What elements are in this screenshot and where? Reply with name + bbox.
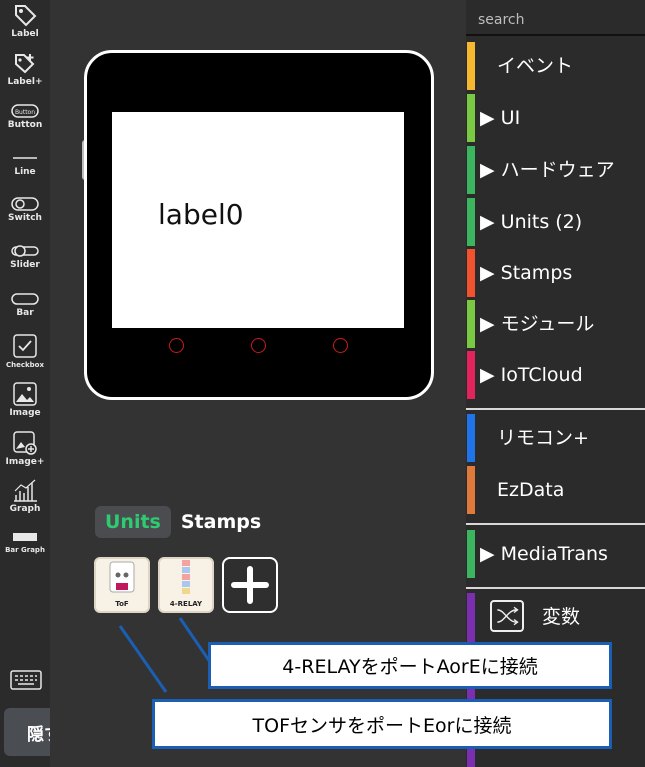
category-label: ▶ モジュール [480, 313, 595, 335]
component-toolbar: Label Label+ Button Button Line Switch S… [0, 0, 84, 767]
tool-image-plus[interactable]: Image+ [0, 430, 50, 468]
category-color-bar [467, 414, 475, 462]
tool-graph-text: Graph [9, 504, 41, 514]
category-color-bar [467, 530, 475, 578]
palette-divider [466, 408, 645, 410]
category-module[interactable]: ▶ モジュール [466, 300, 645, 348]
unit-4-relay[interactable]: 4-RELAY [158, 557, 214, 613]
device-screen[interactable]: label0 [112, 112, 404, 328]
category-color-bar [467, 198, 475, 246]
category-label: EzData [497, 479, 565, 501]
category-label: リモコン+ [497, 427, 589, 449]
category-label: ▶ Units (2) [480, 211, 583, 233]
category-color-bar [467, 94, 475, 142]
category-label: イベント [497, 55, 574, 77]
category-label: ▶ MediaTrans [480, 543, 608, 565]
tool-checkbox-text: Checkbox [5, 361, 44, 369]
tool-slider[interactable]: Slider [0, 243, 50, 271]
tool-image-plus-text: Image+ [5, 457, 45, 467]
category-label: ▶ IoTCloud [480, 364, 583, 386]
category-mediatrans[interactable]: ▶ MediaTrans [466, 530, 645, 578]
tool-button-text: Button [7, 120, 43, 130]
slider-icon [11, 245, 39, 257]
tag-plus-icon [15, 54, 35, 74]
tool-label-text: Label [11, 29, 39, 39]
category-ui[interactable]: ▶ UI [466, 94, 645, 142]
bar-graph-icon [13, 533, 37, 541]
unit-tof-label: ToF [115, 600, 129, 608]
palette-divider [466, 523, 645, 525]
tool-label-plus[interactable]: Label+ [0, 52, 50, 88]
tool-graph[interactable]: Graph [0, 477, 50, 515]
category-stamps[interactable]: ▶ Stamps [466, 249, 645, 297]
category-label: ▶ UI [480, 107, 521, 129]
category-color-bar [467, 466, 475, 514]
line-icon [13, 157, 37, 159]
category-color-bar [467, 300, 475, 348]
category-color-bar [467, 146, 475, 194]
unit-stamp-tabs: Units Stamps [95, 504, 267, 540]
tool-switch-text: Switch [8, 213, 42, 223]
category-label: ▶ ハードウェア [480, 159, 615, 181]
category-remocon[interactable]: リモコン+ [466, 414, 645, 462]
tool-bar[interactable]: Bar [0, 291, 50, 319]
tool-bar-text: Bar [16, 308, 34, 318]
category-label: 変数 [542, 606, 581, 628]
callout-tof-port: TOFセンサをポートEorに接続 [152, 699, 612, 749]
button-icon-text: Button [15, 109, 35, 116]
unit-tof[interactable]: ToF [94, 557, 150, 613]
shuffle-icon [490, 600, 524, 632]
category-label: ▶ Stamps [480, 262, 573, 284]
category-event[interactable]: イベント [466, 42, 645, 90]
category-color-bar [467, 249, 475, 297]
category-hardware[interactable]: ▶ ハードウェア [466, 146, 645, 194]
tag-icon [15, 5, 37, 27]
hardware-button-a [169, 338, 184, 353]
hardware-button-b [251, 338, 266, 353]
keyboard-icon[interactable] [10, 670, 42, 690]
bar-icon [11, 293, 39, 305]
tool-label-plus-text: Label+ [7, 77, 43, 87]
graph-icon [14, 479, 37, 502]
image-plus-icon [13, 431, 37, 455]
unit-4-relay-label: 4-RELAY [169, 600, 203, 608]
category-color-bar [467, 351, 475, 399]
search-input[interactable]: search [466, 0, 645, 36]
tool-image-text: Image [9, 408, 41, 418]
tab-stamps[interactable]: Stamps [175, 506, 267, 538]
tool-label[interactable]: Label [0, 2, 50, 40]
category-units[interactable]: ▶ Units (2) [466, 198, 645, 246]
checkbox-icon [13, 334, 37, 358]
switch-icon [11, 197, 39, 211]
add-unit-button[interactable] [222, 557, 278, 613]
hardware-button-c [333, 338, 348, 353]
category-ezdata[interactable]: EzData [466, 466, 645, 514]
tool-bar-graph-text: Bar Graph [5, 546, 45, 554]
tool-image[interactable]: Image [0, 381, 50, 419]
palette-divider [466, 587, 645, 589]
category-color-bar [467, 42, 475, 90]
tool-line[interactable]: Line [0, 150, 50, 178]
button-icon: Button [11, 104, 39, 118]
tab-units[interactable]: Units [95, 506, 171, 538]
plus-icon [231, 566, 269, 604]
relay-icon [182, 560, 190, 594]
label0-widget[interactable]: label0 [158, 198, 244, 231]
tool-slider-text: Slider [10, 260, 40, 270]
image-icon [13, 382, 37, 406]
callout-relay-port: 4-RELAYをポートAorEに接続 [208, 642, 612, 689]
tool-line-text: Line [14, 167, 36, 177]
category-iotcloud[interactable]: ▶ IoTCloud [466, 351, 645, 399]
tool-switch[interactable]: Switch [0, 196, 50, 224]
tool-bar-graph[interactable]: Bar Graph [0, 530, 50, 556]
tool-checkbox[interactable]: Checkbox [0, 333, 50, 371]
tof-sensor-icon [109, 561, 135, 593]
tool-button[interactable]: Button Button [0, 103, 50, 131]
